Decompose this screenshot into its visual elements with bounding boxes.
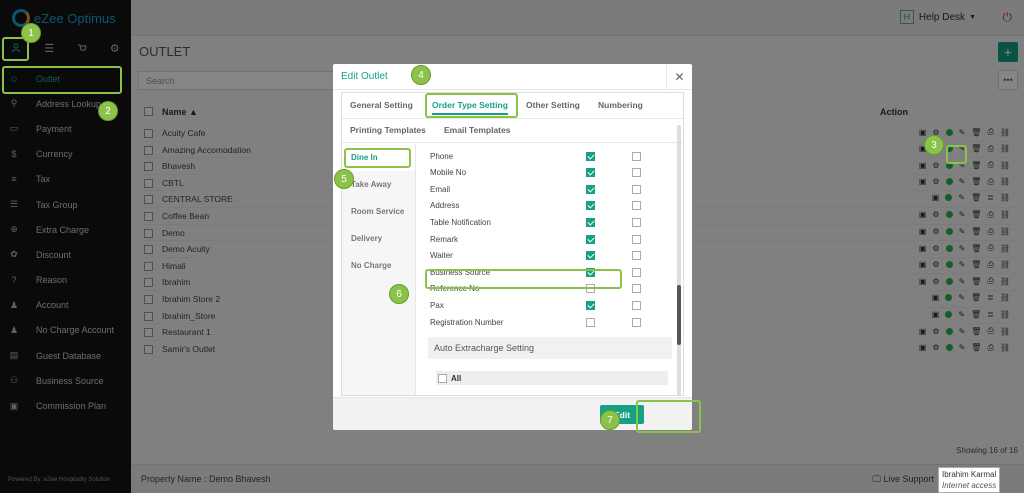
field-rows: Guest NamePhoneMobile NoEmailAddressTabl…	[428, 144, 672, 331]
field-checkbox-cell-2	[632, 267, 641, 279]
field-checkbox-cell-2	[632, 168, 641, 179]
field-checkbox-2[interactable]	[632, 201, 641, 211]
field-row: Registration Number	[428, 315, 672, 332]
field-checkbox-cell-1	[586, 184, 595, 196]
highlight-edit-button	[636, 400, 701, 433]
field-checkbox-cell-1	[586, 317, 595, 329]
field-label: Address	[430, 201, 460, 211]
field-checkbox-cell-1	[586, 217, 595, 229]
field-label: Pax	[430, 300, 444, 310]
modal-title: Edit Outlet	[341, 71, 388, 82]
field-label: Email	[430, 184, 451, 194]
tab-general-setting[interactable]: General Setting	[350, 100, 413, 110]
annotation-badge-1: 1	[21, 23, 41, 43]
field-checkbox-cell-2	[632, 284, 641, 295]
annotation-badge-2: 2	[98, 101, 118, 121]
scrollbar-thumb[interactable]	[677, 285, 681, 345]
field-checkbox-2[interactable]	[632, 300, 641, 310]
all-checkbox[interactable]	[438, 373, 447, 383]
field-row: Mobile No	[428, 165, 672, 182]
field-checkbox-cell-2	[632, 217, 641, 229]
field-checkbox-cell-2	[632, 184, 641, 196]
field-checkbox-cell-1	[586, 300, 595, 312]
field-checkbox-2[interactable]	[632, 168, 641, 178]
field-checkbox-1[interactable]	[586, 201, 595, 211]
all-checkbox-row[interactable]: All	[436, 371, 668, 385]
modal-scrollbar[interactable]	[677, 125, 681, 395]
highlight-dine-in	[344, 148, 411, 168]
field-checkbox-cell-2	[632, 251, 641, 262]
annotation-badge-7: 7	[600, 410, 620, 430]
field-row: Table Notification	[428, 215, 672, 232]
section-auto-extracharge: Auto Extracharge Setting	[428, 337, 672, 359]
field-checkbox-2[interactable]	[632, 151, 641, 161]
field-checkbox-1[interactable]	[586, 317, 595, 327]
field-checkbox-2[interactable]	[632, 317, 641, 327]
close-icon[interactable]: ✕	[666, 64, 692, 90]
field-checkbox-cell-2	[632, 144, 641, 146]
field-checkbox-2[interactable]	[632, 217, 641, 227]
field-checkbox-1[interactable]	[586, 168, 595, 178]
tab-other-setting[interactable]: Other Setting	[526, 100, 580, 110]
field-checkbox-1[interactable]	[586, 300, 595, 310]
highlight-outlet-item	[2, 66, 122, 94]
field-checkbox-cell-1	[586, 201, 595, 212]
annotation-badge-6: 6	[389, 284, 409, 304]
highlight-business-source	[425, 269, 622, 289]
highlight-order-type-tab	[425, 93, 518, 118]
field-checkbox-cell-1	[586, 144, 595, 146]
tooltip-status: Internet access	[942, 481, 997, 490]
field-checkbox-cell-1	[586, 251, 595, 262]
order-type-room-service[interactable]: Room Service	[342, 198, 415, 225]
annotation-badge-3: 3	[924, 135, 944, 155]
field-checkbox-cell-2	[632, 234, 641, 246]
field-checkbox-cell-2	[632, 317, 641, 329]
tooltip-name: Ibrahim Karmal	[942, 470, 997, 479]
order-type-delivery[interactable]: Delivery	[342, 225, 415, 252]
field-row: Pax	[428, 298, 672, 315]
tab-email-templates[interactable]: Email Templates	[444, 125, 510, 135]
field-checkbox-1[interactable]	[586, 251, 595, 261]
order-type-no-charge[interactable]: No Charge	[342, 252, 415, 279]
field-checkbox-cell-2	[632, 151, 641, 163]
tab-numbering[interactable]: Numbering	[598, 100, 643, 110]
field-row: Remark	[428, 232, 672, 249]
modal-header: Edit Outlet ✕	[333, 64, 692, 90]
field-label: Table Notification	[430, 217, 491, 227]
field-label: Remark	[430, 234, 459, 244]
field-checkbox-cell-2	[632, 201, 641, 212]
field-row: Email	[428, 182, 672, 199]
field-checkbox-2[interactable]	[632, 251, 641, 261]
field-checkbox-cell-2	[632, 300, 641, 312]
field-checkbox-2[interactable]	[632, 284, 641, 294]
field-checkbox-cell-1	[586, 151, 595, 163]
tab-printing-templates[interactable]: Printing Templates	[350, 125, 426, 135]
field-label: Phone	[430, 151, 454, 161]
field-checkbox-1[interactable]	[586, 234, 595, 244]
modal-body: General Setting Order Type Setting Other S…	[341, 92, 684, 396]
field-checkbox-1[interactable]	[586, 184, 595, 194]
all-label: All	[451, 373, 462, 383]
field-checkbox-2[interactable]	[632, 234, 641, 244]
field-row: Phone	[428, 149, 672, 166]
edit-outlet-modal: Edit Outlet ✕ General Setting Order Type …	[333, 64, 692, 430]
field-checkbox-cell-1	[586, 168, 595, 179]
field-checkbox-2[interactable]	[632, 184, 641, 194]
annotation-badge-5: 5	[334, 169, 354, 189]
field-row: Address	[428, 198, 672, 215]
highlight-edit-action	[946, 145, 967, 164]
user-tooltip: Ibrahim Karmal Internet access	[938, 467, 1001, 493]
field-checkbox-1[interactable]	[586, 151, 595, 161]
field-label: Registration Number	[430, 317, 504, 327]
field-label: Waiter	[430, 251, 453, 261]
field-checkbox-1[interactable]	[586, 217, 595, 227]
field-checkbox-2[interactable]	[632, 267, 641, 277]
field-label: Mobile No	[430, 168, 467, 178]
field-row: Waiter	[428, 248, 672, 265]
annotation-badge-4: 4	[411, 65, 431, 85]
field-checkbox-cell-1	[586, 234, 595, 246]
settings-tabs-row-2: Printing Templates Email Templates	[342, 119, 683, 143]
